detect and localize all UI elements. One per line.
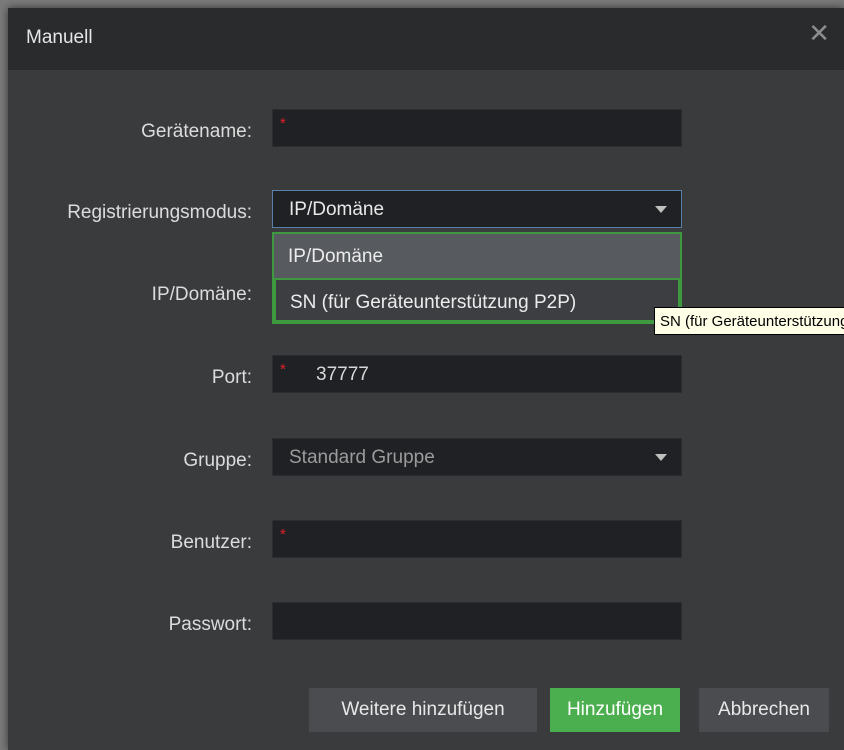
chevron-down-icon [655,454,667,461]
user-input[interactable]: * [272,520,682,558]
port-label: Port: [211,367,252,388]
dropdown-option-sn-p2p[interactable]: SN (für Geräteunterstützung P2P) [274,278,680,322]
add-button[interactable]: Hinzufügen [550,688,680,732]
device-name-label: Gerätename: [141,121,252,142]
dropdown-option-ip-domain[interactable]: IP/Domäne [274,234,680,278]
password-label: Passwort: [168,614,252,635]
manual-add-device-dialog: Manuell ✕ Gerätename: * Registrierungsmo… [8,8,844,750]
port-input[interactable]: * 37777 [272,355,682,393]
user-label: Benutzer: [170,532,252,553]
ip-domain-label: IP/Domäne: [151,284,252,305]
group-value: Standard Gruppe [289,447,435,468]
add-more-button[interactable]: Weitere hinzufügen [309,688,537,732]
chevron-down-icon [655,206,667,213]
required-marker: * [280,526,286,543]
registration-mode-value: IP/Domäne [289,199,385,220]
group-select[interactable]: Standard Gruppe [272,438,682,476]
option-label: SN (für Geräteunterstützung P2P) [290,292,577,313]
device-name-input[interactable]: * [272,109,682,147]
required-marker: * [280,115,286,132]
required-marker: * [280,361,286,378]
password-input[interactable] [272,602,682,640]
registration-mode-dropdown: IP/Domäne SN (für Geräteunterstützung P2… [272,232,682,324]
close-icon[interactable]: ✕ [808,20,830,46]
registration-mode-label: Registrierungsmodus: [67,202,252,223]
dialog-title: Manuell [26,27,93,48]
group-label: Gruppe: [183,450,252,471]
port-value: 37777 [316,364,369,385]
option-tooltip: SN (für Geräteunterstützung P2P) [654,307,844,335]
dialog-titlebar: Manuell ✕ [8,8,844,70]
tooltip-text: SN (für Geräteunterstützung P2P) [660,313,844,330]
cancel-button[interactable]: Abbrechen [699,688,829,732]
option-label: IP/Domäne [288,246,384,267]
registration-mode-select[interactable]: IP/Domäne [272,190,682,228]
